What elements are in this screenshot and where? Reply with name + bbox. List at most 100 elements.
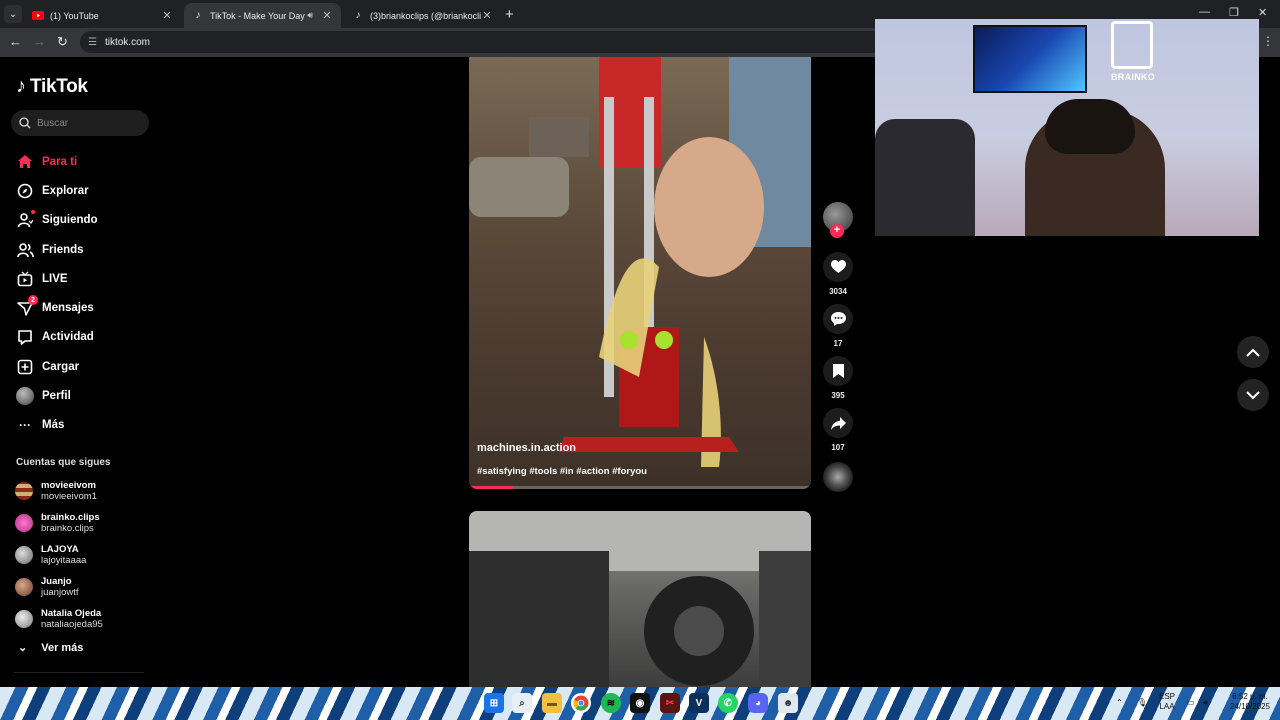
game-app-icon[interactable]: ☻ xyxy=(778,693,798,713)
video-author[interactable]: machines.in.action xyxy=(477,442,576,454)
home-icon xyxy=(14,153,36,171)
nav-actividad[interactable]: Actividad xyxy=(14,323,154,352)
following-account[interactable]: movieeivom movieeivom1 xyxy=(15,475,155,507)
comment-icon xyxy=(830,312,846,326)
more-icon: ··· xyxy=(19,418,31,433)
friends-icon xyxy=(14,241,36,259)
windows-start-icon[interactable]: ⊞ xyxy=(484,693,504,713)
nav-explorar[interactable]: Explorar xyxy=(14,176,154,205)
spotify-icon[interactable]: ≋ xyxy=(601,693,621,713)
following-account[interactable]: Juanjo juanjowtf xyxy=(15,571,155,603)
volume-icon[interactable]: 🔊︎ xyxy=(1203,698,1208,708)
following-account[interactable]: brainko.clips brainko.clips xyxy=(15,507,155,539)
heart-icon xyxy=(830,260,846,273)
previous-video-button[interactable] xyxy=(1237,336,1269,368)
save-count: 395 xyxy=(831,391,845,400)
like-button[interactable]: 3034 xyxy=(822,252,854,296)
next-video-button[interactable] xyxy=(1237,379,1269,411)
tab-title: TikTok - Make Your Day xyxy=(210,10,305,21)
forward-icon[interactable]: → xyxy=(33,34,46,49)
video-progress-fill xyxy=(469,486,514,489)
whatsapp-icon[interactable]: ✆ xyxy=(718,693,738,713)
tiktok-icon: ♪ xyxy=(195,10,201,21)
close-tab-icon[interactable]: ✕ xyxy=(161,9,173,22)
tab-youtube[interactable]: (1) YouTube ✕ xyxy=(24,3,181,28)
music-disc-icon[interactable] xyxy=(823,462,853,492)
browser-menu-icon[interactable]: ⋮ xyxy=(1262,34,1274,48)
search-box[interactable] xyxy=(11,110,149,136)
minimize-button[interactable]: — xyxy=(1199,6,1210,18)
nav-label: Mensajes xyxy=(42,302,94,315)
nav-label: Para ti xyxy=(42,155,78,168)
search-icon[interactable]: ⌕ xyxy=(512,693,532,713)
new-tab-button[interactable]: + xyxy=(505,6,514,23)
see-more-button[interactable]: ⌄ Ver más xyxy=(18,641,83,655)
nav-perfil[interactable]: Perfil xyxy=(14,381,154,410)
account-avatar xyxy=(15,578,33,596)
tiktok-logo[interactable]: ♪ TikTok xyxy=(16,75,88,98)
chrome-icon[interactable] xyxy=(571,693,591,713)
following-account[interactable]: Natalia Ojeda nataliaojeda95 xyxy=(15,603,155,635)
file-explorer-icon[interactable]: ▬ xyxy=(542,693,562,713)
live-icon xyxy=(14,270,36,288)
tray-overflow-icon[interactable]: ⌃ xyxy=(1116,698,1123,708)
action-rail: + 3034 17 395 107 xyxy=(822,200,854,492)
back-icon[interactable]: ← xyxy=(9,34,22,49)
close-tab-icon[interactable]: ✕ xyxy=(321,9,333,22)
share-icon xyxy=(830,416,846,430)
tiktok-icon: ♪ xyxy=(355,10,361,21)
editor-icon[interactable]: ✂ xyxy=(660,693,680,713)
sidebar: ♪ TikTok Para ti Explorar Siguiendo xyxy=(0,57,160,687)
microphone-icon[interactable]: 🎙︎ xyxy=(1137,698,1147,708)
language-code: ESP xyxy=(1159,692,1176,701)
stream-webcam-overlay: BRAINKO xyxy=(875,19,1259,236)
share-button[interactable]: 107 xyxy=(822,408,854,452)
nav-label: LIVE xyxy=(42,272,68,285)
restore-button[interactable]: ❐ xyxy=(1229,6,1239,19)
close-window-button[interactable]: ✕ xyxy=(1258,6,1267,19)
comment-button[interactable]: 17 xyxy=(822,304,854,348)
language-indicator[interactable]: ESP LAA xyxy=(1159,692,1175,712)
nav-mensajes[interactable]: 2 Mensajes xyxy=(14,293,154,322)
keyboard-layout: LAA xyxy=(1159,702,1175,711)
sidebar-divider xyxy=(14,672,144,673)
nav-cargar[interactable]: Cargar xyxy=(14,352,154,381)
account-username: brainko.clips xyxy=(41,523,94,534)
discord-icon[interactable]: ◕ xyxy=(748,693,768,713)
clock[interactable]: 6:52 p. m. 24/10/2025 xyxy=(1224,692,1276,712)
nav-mas[interactable]: ··· Más xyxy=(14,411,154,440)
save-button[interactable]: 395 xyxy=(822,356,854,400)
site-info-icon[interactable]: ☰ xyxy=(88,37,97,48)
chevron-up-icon xyxy=(1246,348,1260,357)
tab-tiktok[interactable]: ♪ TikTok - Make Your Day 🔊︎ ✕ xyxy=(184,3,341,28)
tab-briankoclips[interactable]: ♪ (3)briankoclips (@briankoclips) ✕ xyxy=(344,3,501,28)
nav-para-ti[interactable]: Para ti xyxy=(14,147,154,176)
account-avatar xyxy=(15,546,33,564)
tiktok-note-icon: ♪ xyxy=(16,75,26,97)
youtube-icon xyxy=(32,10,44,22)
upload-icon xyxy=(14,358,36,376)
nav-siguiendo[interactable]: Siguiendo xyxy=(14,206,154,235)
video-player[interactable]: machines.in.action #satisfying #tools #i… xyxy=(469,57,811,489)
nav-live[interactable]: LIVE xyxy=(14,264,154,293)
speaker-icon[interactable]: 🔊︎ xyxy=(307,10,313,21)
next-video-player[interactable] xyxy=(469,511,811,691)
url-text: tiktok.com xyxy=(104,36,150,48)
video-progress-bar[interactable] xyxy=(469,486,811,489)
clock-date: 24/10/2025 xyxy=(1229,702,1271,711)
obs-icon[interactable]: ◉ xyxy=(630,693,650,713)
network-icon[interactable]: ▭ xyxy=(1187,698,1195,708)
follow-plus-icon[interactable]: + xyxy=(830,224,844,238)
brainko-logo xyxy=(1111,21,1153,69)
reload-icon[interactable]: ↻ xyxy=(57,34,68,50)
video-frame xyxy=(469,511,811,691)
following-account[interactable]: LAJOYA lajoyitaaaa xyxy=(15,539,155,571)
nav-friends[interactable]: Friends xyxy=(14,235,154,264)
vegas-icon[interactable]: V xyxy=(689,693,709,713)
search-input[interactable] xyxy=(37,117,137,129)
tab-search-button[interactable]: ⌄ xyxy=(4,5,22,23)
messages-icon: 2 xyxy=(14,295,38,317)
following-icon xyxy=(14,210,36,229)
like-count: 3034 xyxy=(829,287,847,296)
close-tab-icon[interactable]: ✕ xyxy=(481,9,493,22)
